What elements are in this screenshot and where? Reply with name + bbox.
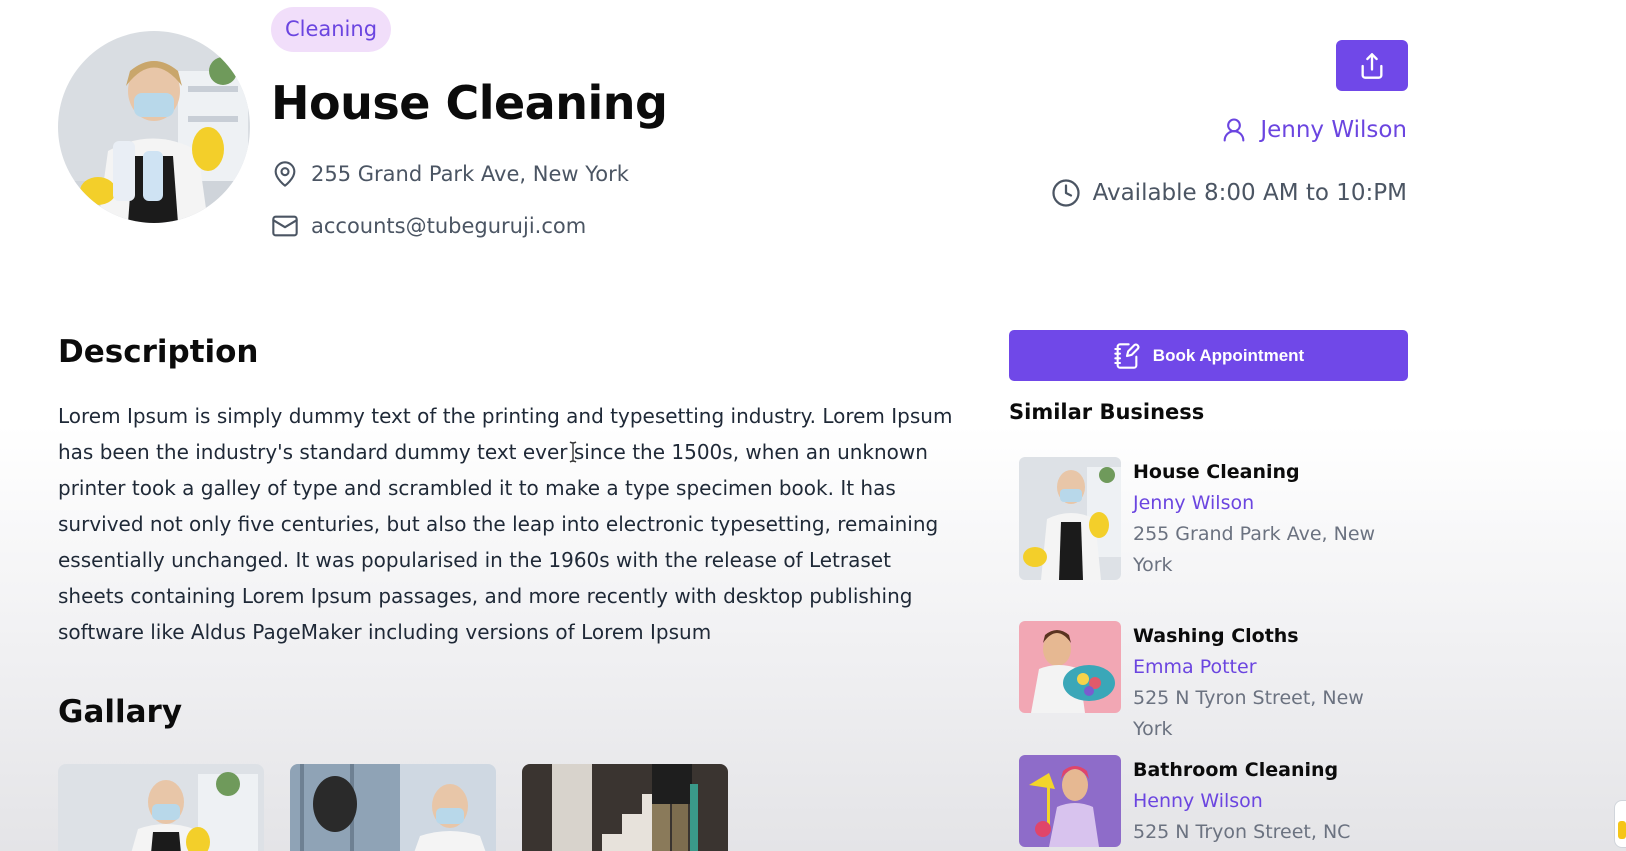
- gallery-heading: Gallary: [58, 694, 183, 730]
- similar-business-card[interactable]: Washing Cloths Emma Potter 525 N Tyron S…: [1019, 621, 1403, 745]
- gallery-image[interactable]: [290, 764, 496, 851]
- similar-business-owner: Jenny Wilson: [1133, 492, 1255, 514]
- notebook-pen-icon: [1114, 342, 1140, 369]
- business-address: 255 Grand Park Ave, New York: [311, 162, 629, 186]
- gallery-image[interactable]: [58, 764, 264, 851]
- similar-business-meta: Washing Cloths Emma Potter 525 N Tyron S…: [1133, 621, 1403, 745]
- gallery-grid: [58, 764, 728, 851]
- description-text: Lorem Ipsum is simply dummy text of the …: [58, 404, 953, 644]
- similar-business-image: [1019, 457, 1121, 580]
- availability-text: Available 8:00 AM to 10:PM: [1092, 180, 1407, 206]
- book-appointment-label: Book Appointment: [1152, 345, 1305, 365]
- similar-business-image: [1019, 755, 1121, 847]
- business-avatar: [58, 31, 250, 223]
- user-icon: [1223, 118, 1245, 142]
- availability-row: Available 8:00 AM to 10:PM: [1051, 178, 1407, 208]
- widget-icon: [1618, 821, 1626, 839]
- text-cursor-icon: [569, 441, 577, 463]
- gallery-image[interactable]: [522, 764, 728, 851]
- similar-business-meta: House Cleaning Jenny Wilson 255 Grand Pa…: [1133, 457, 1403, 581]
- similar-business-address: 525 N Tyron Street, New York: [1133, 687, 1364, 740]
- description-heading: Description: [58, 334, 259, 370]
- clock-icon: [1051, 179, 1080, 207]
- similar-business-name: Washing Cloths: [1133, 625, 1299, 647]
- email-row: accounts@tubeguruji.com: [271, 212, 586, 240]
- floating-widget-tab[interactable]: [1614, 800, 1626, 848]
- similar-business-meta: Bathroom Cleaning Henny Wilson 525 N Try…: [1133, 755, 1403, 848]
- category-tag[interactable]: Cleaning: [271, 7, 391, 52]
- similar-business-owner: Emma Potter: [1133, 656, 1257, 678]
- owner-row[interactable]: Jenny Wilson: [1220, 116, 1407, 144]
- share-icon: [1361, 52, 1383, 79]
- share-button[interactable]: [1336, 40, 1408, 91]
- business-email[interactable]: accounts@tubeguruji.com: [311, 214, 586, 238]
- similar-business-card[interactable]: House Cleaning Jenny Wilson 255 Grand Pa…: [1019, 457, 1403, 581]
- book-appointment-button[interactable]: Book Appointment: [1009, 330, 1408, 381]
- similar-business-image: [1019, 621, 1121, 713]
- similar-business-owner: Henny Wilson: [1133, 790, 1263, 812]
- address-row: 255 Grand Park Ave, New York: [271, 160, 629, 188]
- similar-business-name: House Cleaning: [1133, 461, 1300, 483]
- similar-business-card[interactable]: Bathroom Cleaning Henny Wilson 525 N Try…: [1019, 755, 1403, 848]
- similar-business-name: Bathroom Cleaning: [1133, 759, 1339, 781]
- map-pin-icon: [274, 161, 296, 187]
- similar-business-address: 525 N Tryon Street, NC: [1133, 821, 1351, 843]
- mail-icon: [272, 215, 298, 237]
- business-detail-page: Cleaning House Cleaning 255 Grand Park A…: [0, 0, 1626, 851]
- owner-name[interactable]: Jenny Wilson: [1260, 117, 1407, 143]
- similar-business-heading: Similar Business: [1009, 400, 1205, 424]
- business-title: House Cleaning: [271, 76, 668, 130]
- similar-business-address: 255 Grand Park Ave, New York: [1133, 523, 1376, 576]
